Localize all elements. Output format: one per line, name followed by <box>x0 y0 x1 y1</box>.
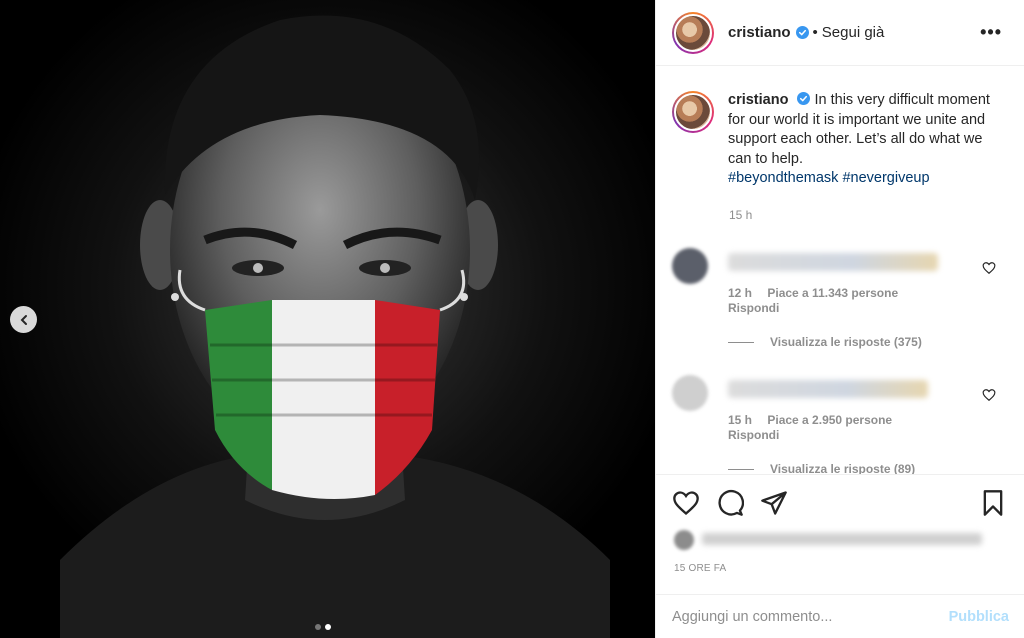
post-media[interactable] <box>0 0 655 638</box>
caption-username[interactable]: cristiano <box>728 92 788 108</box>
post-header: cristiano • Segui già ••• <box>656 0 1024 66</box>
view-replies-button[interactable]: Visualizza le risposte (375) <box>728 335 922 349</box>
heart-icon[interactable] <box>672 489 700 517</box>
caption-text: cristiano In this very difficult moment … <box>728 91 998 189</box>
comment-likes[interactable]: Piace a 2.950 persone <box>767 413 892 427</box>
paper-plane-icon[interactable] <box>760 489 788 517</box>
post-timestamp[interactable]: 15 ORE FA <box>674 563 726 574</box>
heart-icon[interactable] <box>982 261 996 275</box>
likes-summary-redacted <box>674 528 984 550</box>
carousel-dot <box>315 624 321 630</box>
chevron-left-icon <box>20 314 27 325</box>
follow-separator: • <box>812 24 818 41</box>
carousel-dot-active <box>325 624 331 630</box>
comment-text-redacted <box>728 253 938 271</box>
view-replies-button[interactable]: Visualizza le risposte (89) <box>728 462 915 474</box>
follow-status-button[interactable]: Segui già <box>822 24 885 41</box>
comment-avatar[interactable] <box>672 375 708 411</box>
comment-text-redacted <box>728 380 928 398</box>
ellipsis-icon[interactable]: ••• <box>980 23 1002 41</box>
comments-list[interactable]: cristiano In this very difficult moment … <box>656 67 1024 474</box>
post-photo <box>0 0 655 638</box>
add-comment-input[interactable] <box>672 608 949 625</box>
comment-avatar[interactable] <box>672 248 708 284</box>
heart-icon[interactable] <box>982 388 996 402</box>
comment-time[interactable]: 12 h <box>728 286 752 300</box>
comment-meta: 15 h Piace a 2.950 persone <box>728 413 904 427</box>
bookmark-icon[interactable] <box>979 489 1007 517</box>
header-username[interactable]: cristiano <box>728 24 791 41</box>
comment-icon[interactable] <box>716 489 744 517</box>
caption-avatar[interactable] <box>672 91 714 133</box>
carousel-prev-button[interactable] <box>10 306 37 333</box>
view-replies-label: Visualizza le risposte (89) <box>770 462 916 474</box>
action-bar <box>656 474 1024 534</box>
reply-button[interactable]: Rispondi <box>728 428 779 442</box>
add-comment-bar: Pubblica <box>656 594 1024 638</box>
view-replies-label: Visualizza le risposte (375) <box>770 335 922 349</box>
comment-time[interactable]: 15 h <box>728 413 752 427</box>
reply-button[interactable]: Rispondi <box>728 301 779 315</box>
comment-meta: 12 h Piace a 11.343 persone <box>728 286 910 300</box>
caption-timestamp[interactable]: 15 h <box>729 208 752 222</box>
comment-likes[interactable]: Piace a 11.343 persone <box>767 286 898 300</box>
caption: cristiano In this very difficult moment … <box>672 91 1012 189</box>
hashtag-link[interactable]: #nevergiveup <box>842 170 929 186</box>
avatar[interactable] <box>672 11 714 54</box>
carousel-indicator <box>315 624 331 630</box>
hashtag-link[interactable]: #beyondthemask <box>728 170 838 186</box>
verified-badge-icon <box>795 26 809 39</box>
publish-button[interactable]: Pubblica <box>949 609 1009 625</box>
post-panel: cristiano • Segui già ••• cristiano In t… <box>655 0 1024 638</box>
verified-badge-icon <box>797 92 811 105</box>
